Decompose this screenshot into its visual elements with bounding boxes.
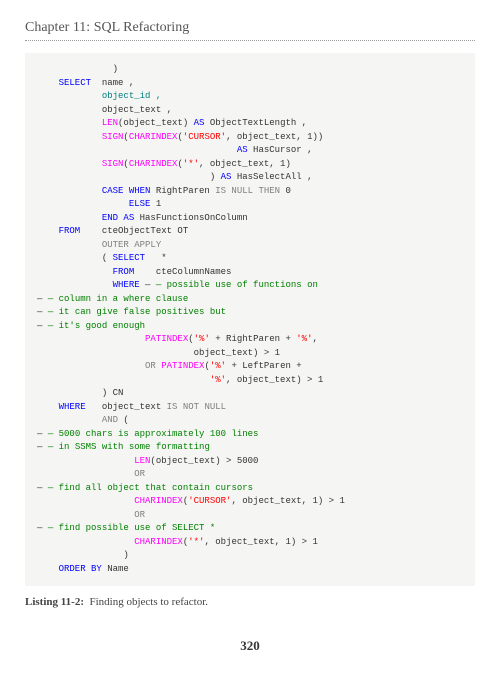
cm: — 5000 chars is approximately 100 lines xyxy=(48,429,259,439)
cm: — find possible use of SELECT * xyxy=(48,523,215,533)
t: , object_text, 1) > 1 xyxy=(231,496,344,506)
str: '%' xyxy=(210,361,226,371)
kw: WHERE xyxy=(113,280,140,290)
t: — xyxy=(37,483,48,493)
kw: AND xyxy=(102,415,118,425)
t: object_text) > 1 xyxy=(194,348,280,358)
t: (object_text) > 5000 xyxy=(150,456,258,466)
t: name , xyxy=(91,78,134,88)
t: * xyxy=(145,253,167,263)
t: object_id , xyxy=(102,91,161,101)
t: — xyxy=(37,442,48,452)
t: , object_text) > 1 xyxy=(226,375,323,385)
cm: — find all object that contain cursors xyxy=(48,483,253,493)
t: ) xyxy=(123,550,128,560)
kw: CASE WHEN xyxy=(102,186,151,196)
cm: — possible use of functions on xyxy=(156,280,318,290)
kw: ORDER BY xyxy=(59,564,102,574)
fn: SIGN xyxy=(102,132,124,142)
kw: OR xyxy=(134,510,145,520)
t: — xyxy=(37,321,48,331)
fn: CHARINDEX xyxy=(129,159,178,169)
str: '*' xyxy=(183,159,199,169)
kw: OUTER xyxy=(102,240,129,250)
t: ) xyxy=(210,172,221,182)
code-listing: ) SELECT name , object_id , object_text … xyxy=(25,53,475,586)
t: — xyxy=(37,523,48,533)
listing-caption: Listing 11-2: Finding objects to refacto… xyxy=(25,596,475,608)
t: object_text , xyxy=(102,105,172,115)
kw: AS xyxy=(237,145,248,155)
kw: IS NOT NULL xyxy=(167,402,226,412)
t: , object_text, 1) xyxy=(199,159,291,169)
t: HasSelectAll , xyxy=(231,172,312,182)
kw: APPLY xyxy=(134,240,161,250)
t: , object_text, 1) > 1 xyxy=(204,537,317,547)
fn: CHARINDEX xyxy=(134,537,183,547)
caption-text: Finding objects to refactor. xyxy=(89,596,208,608)
kw: OR xyxy=(134,469,145,479)
cm: — it can give false positives but xyxy=(48,307,226,317)
t: , object_text, 1)) xyxy=(226,132,323,142)
kw: FROM xyxy=(113,267,135,277)
t: — xyxy=(37,307,48,317)
t: 0 xyxy=(280,186,291,196)
t: object_text xyxy=(86,402,167,412)
t: ( xyxy=(118,415,129,425)
t: HasCursor , xyxy=(248,145,313,155)
fn: PATINDEX xyxy=(161,361,204,371)
kw: OR xyxy=(145,361,156,371)
fn: CHARINDEX xyxy=(129,132,178,142)
kw: SELECT xyxy=(59,78,91,88)
t: Name xyxy=(102,564,129,574)
divider xyxy=(25,40,475,41)
kw: AS xyxy=(221,172,232,182)
t: — xyxy=(140,280,156,290)
chapter-title: Chapter 11: SQL Refactoring xyxy=(25,20,475,36)
t: — xyxy=(37,294,48,304)
t: 1 xyxy=(150,199,161,209)
str: 'CURSOR' xyxy=(188,496,231,506)
str: '%' xyxy=(194,334,210,344)
kw: WHERE xyxy=(59,402,86,412)
str: '%' xyxy=(210,375,226,385)
str: '*' xyxy=(188,537,204,547)
kw: AS xyxy=(194,118,205,128)
t: cteObjectText OT xyxy=(80,226,188,236)
t: ) CN xyxy=(102,388,124,398)
kw: ELSE xyxy=(129,199,151,209)
t: RightParen xyxy=(150,186,215,196)
t: — xyxy=(37,429,48,439)
str: 'CURSOR' xyxy=(183,132,226,142)
t: + RightParen + xyxy=(210,334,296,344)
cm: — column in a where clause xyxy=(48,294,188,304)
t: ) xyxy=(113,64,118,74)
t: + LeftParen + xyxy=(226,361,302,371)
kw: END AS xyxy=(102,213,134,223)
caption-label: Listing 11-2: xyxy=(25,596,84,608)
t: ObjectTextLength , xyxy=(204,118,307,128)
t: , xyxy=(312,334,317,344)
fn: PATINDEX xyxy=(145,334,188,344)
kw: FROM xyxy=(59,226,81,236)
page-number: 320 xyxy=(25,638,475,654)
t: HasFunctionsOnColumn xyxy=(134,213,247,223)
t: cteColumnNames xyxy=(134,267,231,277)
kw: SELECT xyxy=(113,253,145,263)
fn: CHARINDEX xyxy=(134,496,183,506)
kw: IS NULL THEN xyxy=(215,186,280,196)
str: '%' xyxy=(296,334,312,344)
t: ( xyxy=(102,253,113,263)
t: (object_text) xyxy=(118,118,194,128)
fn: LEN xyxy=(102,118,118,128)
cm: — in SSMS with some formatting xyxy=(48,442,210,452)
cm: — it's good enough xyxy=(48,321,145,331)
fn: SIGN xyxy=(102,159,124,169)
fn: LEN xyxy=(134,456,150,466)
